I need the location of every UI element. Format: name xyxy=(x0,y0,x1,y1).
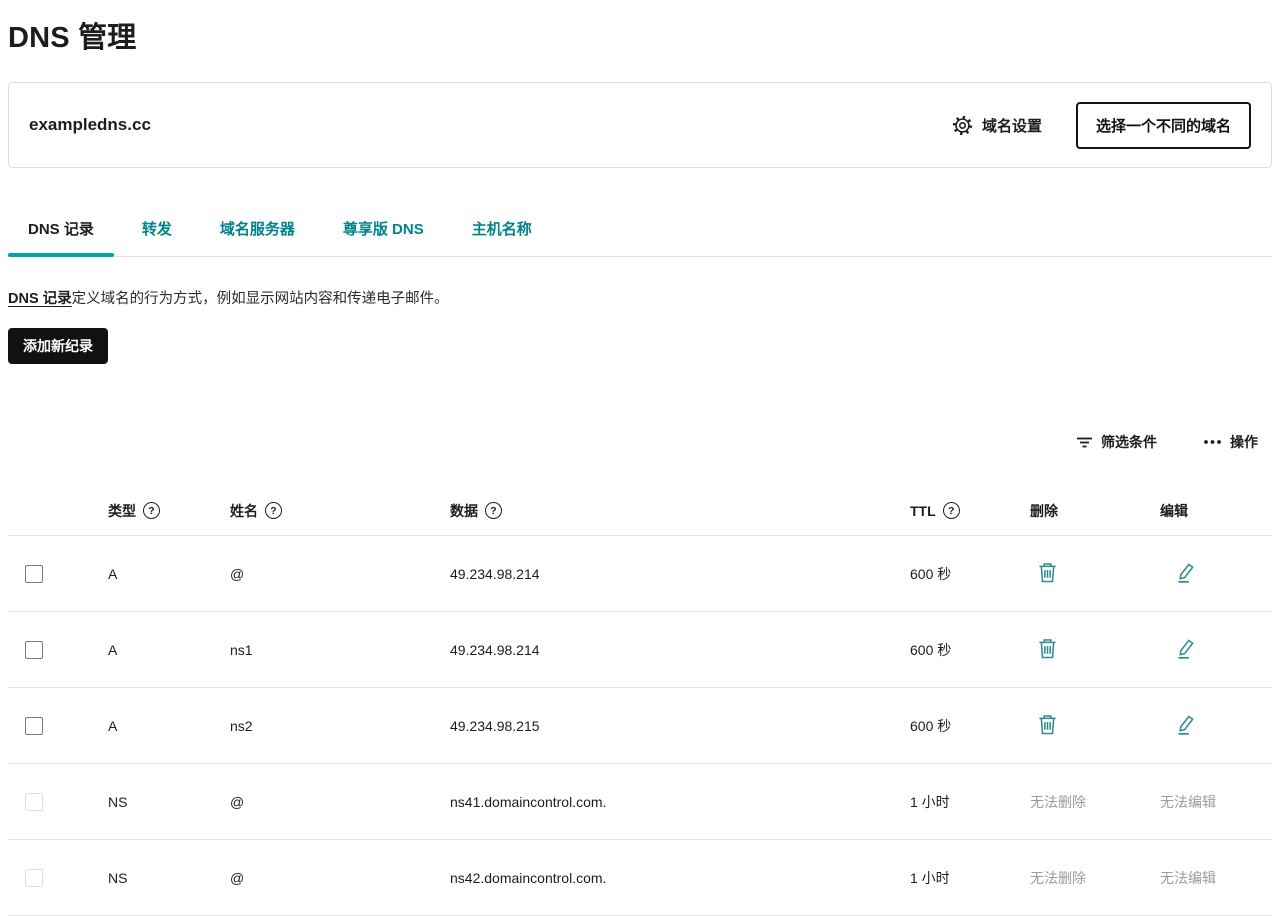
column-header-type: 类型 xyxy=(108,501,136,521)
ttl-help-icon[interactable]: ? xyxy=(943,502,960,519)
record-ttl: 600 秒 xyxy=(902,564,1017,584)
dns-records-description-text: 定义域名的行为方式，例如显示网站内容和传递电子邮件。 xyxy=(72,291,449,307)
record-type: NS xyxy=(100,870,222,886)
filter-label: 筛选条件 xyxy=(1101,432,1157,452)
record-ttl: 1 小时 xyxy=(902,868,1017,888)
cannot-edit-label: 无法编辑 xyxy=(1152,868,1272,888)
domain-settings-link[interactable]: 域名设置 xyxy=(952,115,1042,136)
record-ttl: 600 秒 xyxy=(902,640,1017,660)
name-help-icon[interactable]: ? xyxy=(265,502,282,519)
tab-bar: DNS 记录 转发 域名服务器 尊享版 DNS 主机名称 xyxy=(8,218,1272,257)
table-row: NS @ ns42.domaincontrol.com. 1 小时 无法删除 无… xyxy=(8,840,1272,916)
dns-management-page: DNS 管理 exampledns.cc 域名设置 选择一个不同的域名 DNS … xyxy=(0,14,1280,916)
filter-button[interactable]: 筛选条件 xyxy=(1076,432,1157,452)
filter-icon xyxy=(1076,435,1093,450)
row-checkbox[interactable] xyxy=(25,565,43,583)
tab-dns-records[interactable]: DNS 记录 xyxy=(28,218,94,256)
record-name: @ xyxy=(222,794,442,810)
change-domain-button[interactable]: 选择一个不同的域名 xyxy=(1076,102,1251,149)
pencil-icon xyxy=(1176,562,1195,586)
column-header-delete: 删除 xyxy=(1030,501,1058,521)
domain-card: exampledns.cc 域名设置 选择一个不同的域名 xyxy=(8,82,1272,168)
record-ttl: 600 秒 xyxy=(902,716,1017,736)
pencil-icon xyxy=(1176,714,1195,738)
row-checkbox[interactable] xyxy=(25,641,43,659)
delete-record-button[interactable] xyxy=(1038,562,1057,586)
type-help-icon[interactable]: ? xyxy=(143,502,160,519)
record-name: ns1 xyxy=(222,642,442,658)
trash-icon xyxy=(1038,638,1057,662)
domain-settings-label: 域名设置 xyxy=(982,115,1042,136)
column-header-edit: 编辑 xyxy=(1160,501,1188,521)
record-data: ns41.domaincontrol.com. xyxy=(442,794,902,810)
record-data: 49.234.98.214 xyxy=(442,566,902,582)
edit-record-button[interactable] xyxy=(1176,562,1195,586)
record-data: 49.234.98.215 xyxy=(442,718,902,734)
column-header-data: 数据 xyxy=(450,501,478,521)
record-type: A xyxy=(100,566,222,582)
table-row: A ns1 49.234.98.214 600 秒 xyxy=(8,612,1272,688)
record-type: NS xyxy=(100,794,222,810)
tab-premium-dns[interactable]: 尊享版 DNS xyxy=(343,218,424,256)
column-header-ttl: TTL xyxy=(910,503,936,519)
page-title: DNS 管理 xyxy=(8,14,1272,56)
gear-icon xyxy=(952,115,973,136)
record-ttl: 1 小时 xyxy=(902,792,1017,812)
cannot-edit-label: 无法编辑 xyxy=(1152,792,1272,812)
record-data: ns42.domaincontrol.com. xyxy=(442,870,902,886)
record-name: @ xyxy=(222,870,442,886)
trash-icon xyxy=(1038,714,1057,738)
trash-icon xyxy=(1038,562,1057,586)
delete-record-button[interactable] xyxy=(1038,638,1057,662)
actions-label: 操作 xyxy=(1230,432,1258,452)
actions-menu-button[interactable]: 操作 xyxy=(1203,432,1258,452)
data-help-icon[interactable]: ? xyxy=(485,502,502,519)
row-checkbox-disabled xyxy=(25,793,43,811)
ellipsis-icon xyxy=(1203,439,1222,445)
column-header-name: 姓名 xyxy=(230,501,258,521)
table-header-row: 类型? 姓名? 数据? TTL? 删除 编辑 xyxy=(8,486,1272,536)
row-checkbox-disabled xyxy=(25,869,43,887)
cannot-delete-label: 无法删除 xyxy=(1017,868,1152,888)
records-toolbar: 筛选条件 操作 xyxy=(8,432,1272,452)
record-type: A xyxy=(100,642,222,658)
record-data: 49.234.98.214 xyxy=(442,642,902,658)
dns-records-description: DNS 记录定义域名的行为方式，例如显示网站内容和传递电子邮件。 xyxy=(8,287,1272,308)
record-name: ns2 xyxy=(222,718,442,734)
tab-hostnames[interactable]: 主机名称 xyxy=(472,218,532,256)
tab-forwarding[interactable]: 转发 xyxy=(142,218,172,256)
table-row: A @ 49.234.98.214 600 秒 xyxy=(8,536,1272,612)
dns-records-term[interactable]: DNS 记录 xyxy=(8,291,72,307)
edit-record-button[interactable] xyxy=(1176,638,1195,662)
table-row: A ns2 49.234.98.215 600 秒 xyxy=(8,688,1272,764)
row-checkbox[interactable] xyxy=(25,717,43,735)
add-new-record-button[interactable]: 添加新纪录 xyxy=(8,328,108,364)
dns-records-table: 类型? 姓名? 数据? TTL? 删除 编辑 A @ 49.234.98.214… xyxy=(8,486,1272,916)
record-name: @ xyxy=(222,566,442,582)
tab-nameservers[interactable]: 域名服务器 xyxy=(220,218,295,256)
delete-record-button[interactable] xyxy=(1038,714,1057,738)
cannot-delete-label: 无法删除 xyxy=(1017,792,1152,812)
pencil-icon xyxy=(1176,638,1195,662)
edit-record-button[interactable] xyxy=(1176,714,1195,738)
record-type: A xyxy=(100,718,222,734)
table-row: NS @ ns41.domaincontrol.com. 1 小时 无法删除 无… xyxy=(8,764,1272,840)
domain-name: exampledns.cc xyxy=(29,115,151,135)
